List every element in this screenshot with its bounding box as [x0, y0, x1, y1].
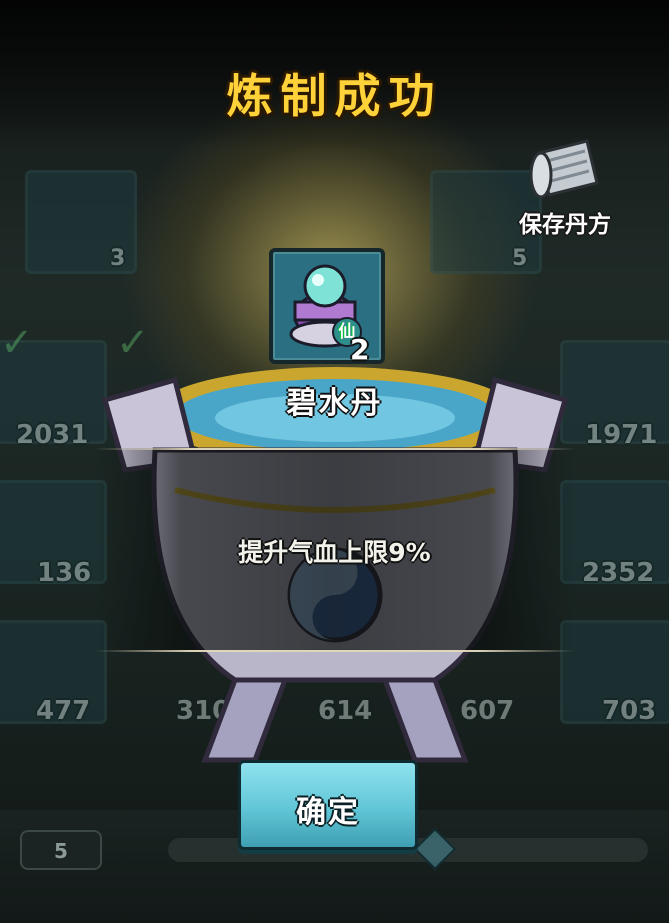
quantity-field[interactable]: 5 — [20, 830, 102, 870]
slot-count: 5 — [512, 246, 528, 271]
scroll-icon — [529, 139, 599, 199]
slot-count: 1971 — [585, 420, 658, 450]
save-recipe-button[interactable]: 保存丹方 — [505, 135, 625, 245]
confirm-label: 确定 — [296, 795, 360, 830]
slot-count: 703 — [602, 696, 657, 726]
effect-description: 提升气血上限9% — [238, 538, 431, 567]
page-title: 炼制成功 — [226, 69, 443, 123]
slot-count: 2031 — [16, 420, 89, 450]
result-item-name: 碧水丹 — [286, 386, 383, 421]
divider-top — [95, 448, 575, 450]
slot-count: 3 — [110, 246, 126, 271]
divider-bottom — [95, 650, 575, 652]
quantity-value: 5 — [54, 839, 68, 863]
result-item-quantity: 2 — [350, 333, 370, 366]
save-recipe-label: 保存丹方 — [519, 212, 611, 238]
check-icon: ✓ — [0, 320, 34, 366]
slot-count: 477 — [36, 696, 91, 726]
confirm-button[interactable]: 确定 — [238, 760, 418, 850]
